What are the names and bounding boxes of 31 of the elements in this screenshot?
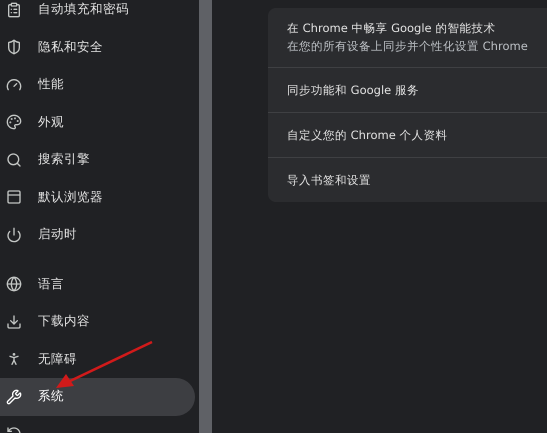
gauge-icon bbox=[6, 76, 22, 93]
sidebar-item[interactable]: 启动时 bbox=[0, 216, 195, 254]
sidebar-item[interactable]: 下载内容 bbox=[0, 303, 195, 340]
palette-icon bbox=[6, 114, 22, 130]
row-title: 在 Chrome 中畅享 Google 的智能技术 bbox=[287, 21, 496, 36]
row-title: 导入书签和设置 bbox=[287, 172, 372, 188]
scrollbar[interactable] bbox=[199, 0, 212, 433]
settings-row[interactable]: 导入书签和设置 bbox=[268, 157, 547, 202]
wrench-icon bbox=[6, 388, 22, 405]
search-icon bbox=[6, 152, 22, 168]
sidebar-item[interactable]: 外观 bbox=[0, 104, 195, 141]
shield-icon bbox=[6, 39, 22, 56]
sidebar-item[interactable]: 隐私和安全 bbox=[0, 28, 195, 66]
sidebar-item[interactable]: 默认浏览器 bbox=[0, 178, 195, 216]
sidebar-item[interactable]: 无障碍 bbox=[0, 340, 195, 378]
globe-icon bbox=[6, 276, 22, 292]
sidebar-item[interactable]: 自动填充和密码 bbox=[0, 0, 195, 28]
settings-row[interactable]: 在 Chrome 中畅享 Google 的智能技术 在您的所有设备上同步并个性化设置 Chrome bbox=[268, 8, 547, 67]
sidebar-item[interactable]: 系统 bbox=[0, 378, 195, 416]
row-title: 同步功能和 Google 服务 bbox=[287, 82, 420, 98]
sidebar-item[interactable]: 性能 bbox=[0, 66, 195, 104]
power-icon bbox=[6, 226, 22, 243]
clipboard-icon bbox=[6, 2, 22, 18]
row-subtitle: 在您的所有设备上同步并个性化设置 Chrome bbox=[287, 39, 529, 54]
settings-row[interactable]: 自定义您的 Chrome 个人资料 bbox=[268, 112, 547, 157]
sidebar-item[interactable]: 搜索引擎 bbox=[0, 141, 195, 178]
row-title: 自定义您的 Chrome 个人资料 bbox=[287, 128, 448, 142]
sidebar-item[interactable]: 语言 bbox=[0, 266, 195, 303]
download-icon bbox=[6, 314, 22, 330]
settings-row[interactable]: 同步功能和 Google 服务 bbox=[268, 67, 547, 112]
window-icon bbox=[6, 189, 22, 206]
